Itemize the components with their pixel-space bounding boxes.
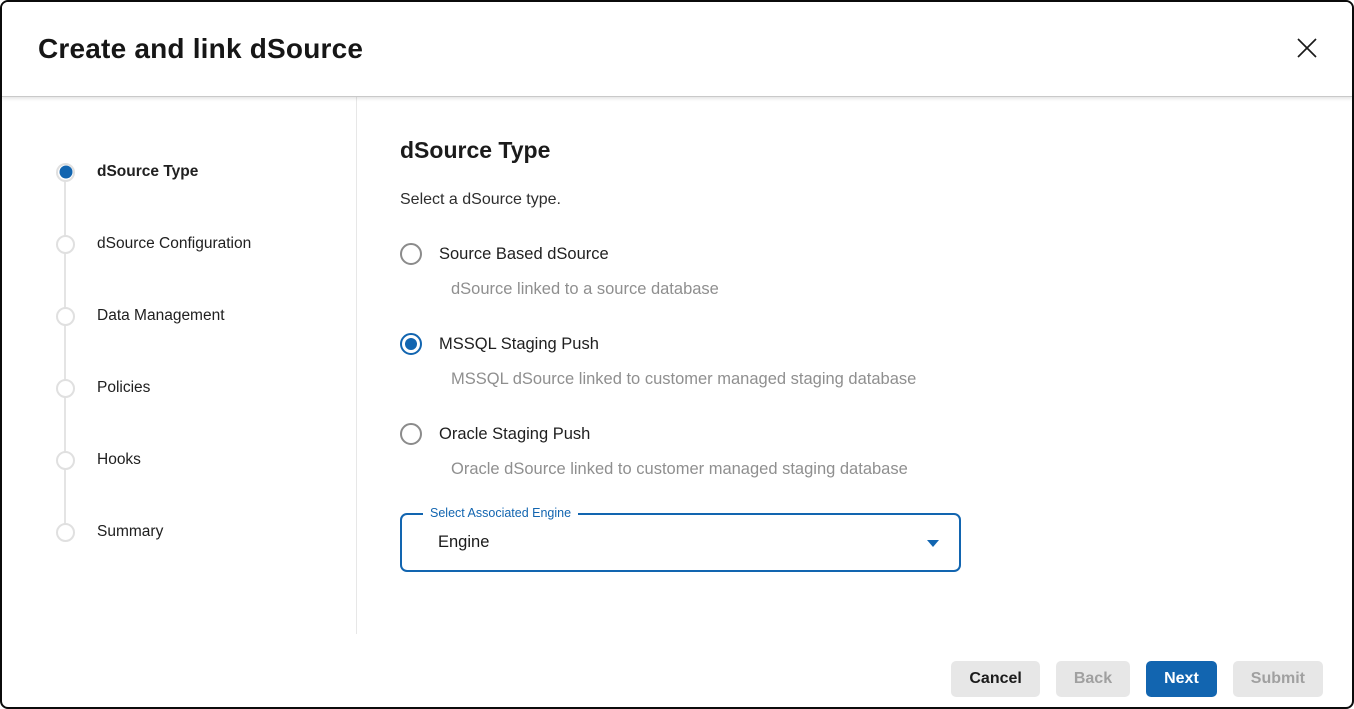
associated-engine-select[interactable]: Select Associated Engine Engine: [400, 513, 961, 572]
step-content-panel: dSource Type Select a dSource type. Sour…: [400, 97, 1320, 572]
cancel-button[interactable]: Cancel: [951, 661, 1039, 697]
close-button[interactable]: [1290, 32, 1324, 66]
step-active-dot-icon: [56, 163, 75, 182]
stepper-step-data-management[interactable]: Data Management: [2, 280, 356, 352]
stepper-step-policies[interactable]: Policies: [2, 352, 356, 424]
close-icon: [1294, 35, 1320, 64]
radio-label: MSSQL Staging Push: [439, 335, 599, 354]
stepper-step-dsource-configuration[interactable]: dSource Configuration: [2, 208, 356, 280]
dsource-type-radio-group: Source Based dSource dSource linked to a…: [400, 243, 1320, 479]
radio-unselected-icon[interactable]: [400, 423, 422, 445]
step-dot-icon: [56, 523, 75, 542]
step-label: dSource Configuration: [97, 235, 251, 253]
stepper-step-summary[interactable]: Summary: [2, 496, 356, 568]
select-value: Engine: [402, 533, 489, 552]
chevron-down-icon: [927, 540, 939, 547]
dialog-body: dSource Type dSource Configuration Data …: [2, 97, 1352, 707]
radio-row[interactable]: Source Based dSource: [400, 243, 1320, 265]
option-source-based-dsource: Source Based dSource dSource linked to a…: [400, 243, 1320, 299]
option-mssql-staging-push: MSSQL Staging Push MSSQL dSource linked …: [400, 333, 1320, 389]
radio-description: MSSQL dSource linked to customer managed…: [451, 370, 1320, 389]
select-floating-label: Select Associated Engine: [423, 506, 578, 520]
step-label: Summary: [97, 523, 163, 541]
step-subheading: Select a dSource type.: [400, 191, 1320, 209]
dialog-title: Create and link dSource: [38, 33, 363, 65]
stepper-step-hooks[interactable]: Hooks: [2, 424, 356, 496]
option-oracle-staging-push: Oracle Staging Push Oracle dSource linke…: [400, 423, 1320, 479]
step-label: Hooks: [97, 451, 141, 469]
radio-description: Oracle dSource linked to customer manage…: [451, 460, 1320, 479]
step-heading: dSource Type: [400, 137, 1320, 164]
radio-unselected-icon[interactable]: [400, 243, 422, 265]
dialog-header: Create and link dSource: [2, 2, 1352, 97]
create-dsource-dialog: Create and link dSource dSource Type: [0, 0, 1354, 709]
stepper-step-dsource-type[interactable]: dSource Type: [2, 136, 356, 208]
radio-description: dSource linked to a source database: [451, 280, 1320, 299]
radio-selected-icon[interactable]: [400, 333, 422, 355]
wizard-stepper: dSource Type dSource Configuration Data …: [2, 97, 357, 634]
step-dot-icon: [56, 379, 75, 398]
submit-button[interactable]: Submit: [1233, 661, 1323, 697]
back-button[interactable]: Back: [1056, 661, 1130, 697]
dialog-footer: Cancel Back Next Submit: [951, 661, 1323, 697]
step-label: dSource Type: [97, 163, 198, 181]
radio-row[interactable]: MSSQL Staging Push: [400, 333, 1320, 355]
step-label: Policies: [97, 379, 150, 397]
step-dot-icon: [56, 451, 75, 470]
radio-label: Oracle Staging Push: [439, 425, 590, 444]
next-button[interactable]: Next: [1146, 661, 1217, 697]
step-dot-icon: [56, 235, 75, 254]
radio-label: Source Based dSource: [439, 245, 609, 264]
radio-row[interactable]: Oracle Staging Push: [400, 423, 1320, 445]
step-label: Data Management: [97, 307, 225, 325]
step-dot-icon: [56, 307, 75, 326]
